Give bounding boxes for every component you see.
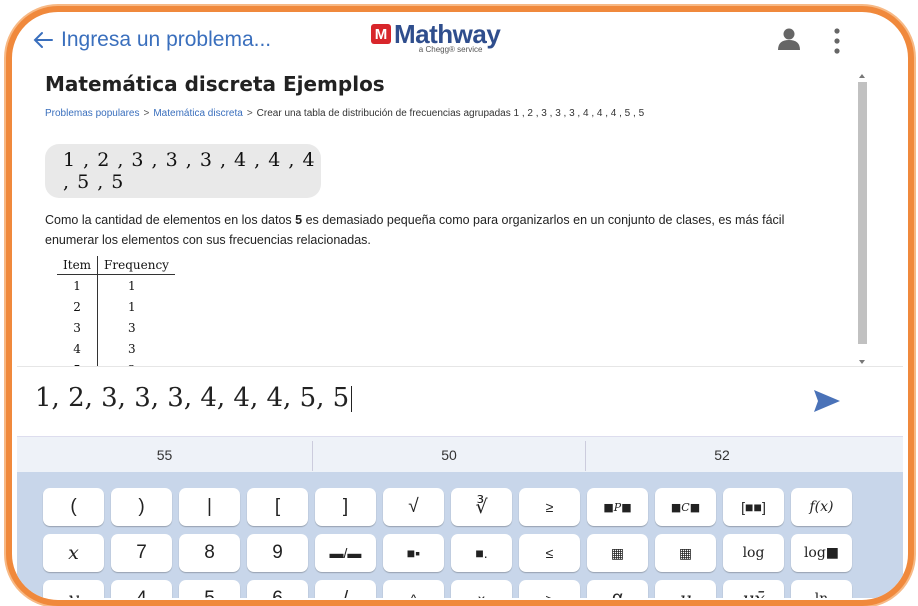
table-row: 21 — [57, 296, 175, 317]
key-greater[interactable]: > — [519, 580, 580, 598]
key-subscript[interactable]: ■. — [451, 534, 512, 572]
more-options-icon[interactable] — [833, 28, 841, 59]
back-link[interactable]: Ingresa un problema... — [33, 28, 271, 52]
math-keyboard: ( ) | [ ] √ ∛ ≥ ■P■ ■C■ [■■] f(x) x 7 8 … — [17, 472, 903, 598]
key-table[interactable]: ▦ — [587, 534, 648, 572]
key-sqrt[interactable]: √ — [383, 488, 444, 526]
key-close-bracket[interactable]: ] — [315, 488, 376, 526]
problem-text: 1 , 2 , 3 , 3 , 3 , 4 , 4 , 4 , 5 , 5 — [63, 149, 316, 193]
user-icon[interactable] — [777, 28, 801, 55]
header-frequency: Frequency — [97, 256, 175, 275]
table-row: 52 — [57, 359, 175, 366]
key-power[interactable]: ■▪ — [383, 534, 444, 572]
key-fraction[interactable]: ▬/▬ — [315, 534, 376, 572]
key-7[interactable]: 7 — [111, 534, 172, 572]
key-6[interactable]: 6 — [247, 580, 308, 598]
logo-mark: M — [371, 24, 391, 44]
logo-text: Mathway — [394, 19, 501, 49]
back-label: Ingresa un problema... — [61, 28, 272, 51]
table-row: 33 — [57, 317, 175, 338]
key-combination[interactable]: ■C■ — [655, 488, 716, 526]
key-4[interactable]: 4 — [111, 580, 172, 598]
suggestion-item[interactable]: 50 — [313, 437, 585, 473]
key-prob-table[interactable]: ▦ — [655, 534, 716, 572]
input-area: 1, 2, 3, 3, 3, 4, 4, 4, 5, 5 — [17, 366, 903, 437]
problem-display: 1 , 2 , 3 , 3 , 3 , 4 , 4 , 4 , 5 , 5 — [45, 144, 321, 198]
scroll-down-icon[interactable] — [857, 358, 867, 366]
text-caret — [351, 386, 353, 412]
suggestion-bar: 55 50 52 — [17, 436, 903, 473]
scroll-up-icon[interactable] — [857, 72, 867, 80]
key-9[interactable]: 9 — [247, 534, 308, 572]
key-abs[interactable]: | — [179, 488, 240, 526]
logo-subtitle: a Chegg® service — [418, 45, 483, 54]
key-log[interactable]: log — [723, 534, 784, 572]
mathway-logo[interactable]: M Mathway a Chegg® service — [371, 19, 501, 54]
table-row: 11 — [57, 274, 175, 296]
key-permutation[interactable]: ■P■ — [587, 488, 648, 526]
device-frame: Ingresa un problema... M Mathway a Chegg… — [6, 6, 914, 606]
suggestion-item[interactable]: 52 — [586, 437, 858, 473]
send-icon — [814, 390, 840, 412]
breadcrumb-current: Crear una tabla de distribución de frecu… — [256, 108, 645, 119]
key-y[interactable]: y — [43, 580, 104, 598]
header-item: Item — [57, 256, 99, 275]
scroll-thumb[interactable] — [858, 82, 867, 344]
breadcrumb: Problemas populares > Matemática discreta >… — [45, 108, 645, 119]
key-x[interactable]: x — [43, 534, 104, 572]
key-mu-xbar[interactable]: μx̄ — [723, 580, 784, 598]
key-open-paren[interactable]: ( — [43, 488, 104, 526]
key-ln[interactable]: ln — [791, 580, 852, 598]
key-less-equal[interactable]: ≤ — [519, 534, 580, 572]
frequency-table: Item Frequency 11 21 33 43 52 — [57, 256, 175, 366]
key-mu[interactable]: μ — [655, 580, 716, 598]
key-open-bracket[interactable]: [ — [247, 488, 308, 526]
key-close-paren[interactable]: ) — [111, 488, 172, 526]
key-multiply[interactable]: × — [451, 580, 512, 598]
top-bar: Ingresa un problema... M Mathway a Chegg… — [17, 14, 903, 66]
key-divide[interactable]: / — [315, 580, 376, 598]
key-greater-equal[interactable]: ≥ — [519, 488, 580, 526]
page-title: Matemática discreta Ejemplos — [45, 72, 385, 96]
key-5[interactable]: 5 — [179, 580, 240, 598]
math-input[interactable]: 1, 2, 3, 3, 3, 4, 4, 4, 5, 5 — [35, 383, 353, 413]
key-matrix[interactable]: [■■] — [723, 488, 784, 526]
key-alpha[interactable]: α — [587, 580, 648, 598]
breadcrumb-discrete[interactable]: Matemática discreta — [153, 108, 242, 119]
breadcrumb-popular[interactable]: Problemas populares — [45, 108, 140, 119]
key-8[interactable]: 8 — [179, 534, 240, 572]
solution-content: Matemática discreta Ejemplos Problemas p… — [29, 66, 857, 366]
key-function[interactable]: f(x) — [791, 488, 852, 526]
content-scrollbar[interactable] — [857, 72, 867, 366]
send-button[interactable] — [813, 389, 841, 418]
key-caret[interactable]: ^ — [383, 580, 444, 598]
key-nth-root[interactable]: ∛ — [451, 488, 512, 526]
app-window: Ingresa un problema... M Mathway a Chegg… — [17, 14, 903, 598]
table-row: 43 — [57, 338, 175, 359]
explanation-text: Como la cantidad de elementos en los dat… — [45, 213, 785, 247]
key-log-base[interactable]: log■ — [791, 534, 852, 572]
back-arrow-icon — [33, 32, 53, 48]
suggestion-item[interactable]: 55 — [17, 437, 312, 473]
